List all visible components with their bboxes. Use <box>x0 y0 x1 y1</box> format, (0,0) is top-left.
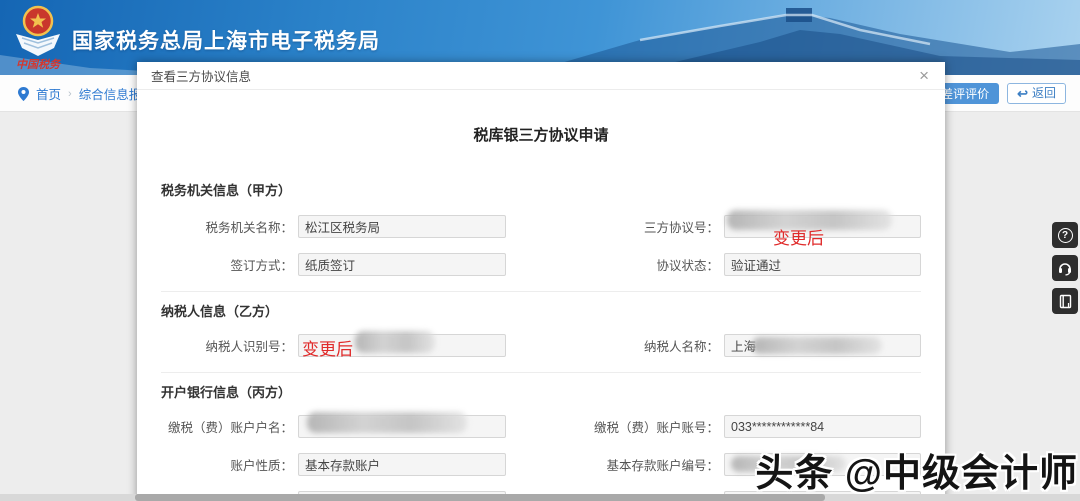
field-label: 缴税（费）账户账号： <box>593 421 719 435</box>
book-icon[interactable] <box>1052 288 1078 314</box>
tax-bureau-emblem: 中国税务 <box>16 5 62 71</box>
field-label: 纳税人识别号： <box>205 340 293 354</box>
account-holder-field[interactable] <box>298 412 506 438</box>
agreement-status-field[interactable]: 验证通过 <box>724 253 921 276</box>
field-value: 验证通过 <box>731 259 782 273</box>
site-title: 国家税务总局上海市电子税务局 <box>72 30 380 53</box>
breadcrumb: 首页 › 综合信息报告 <box>18 75 154 112</box>
field-label: 基本存款账户编号： <box>606 459 719 473</box>
floating-side-icons: ? <box>1052 222 1078 314</box>
annotation-after-change: 变更后 <box>302 340 353 359</box>
agreement-info-modal: 查看三方协议信息 × 税库银三方协议申请 税务机关信息（甲方） 税务机关名称： … <box>137 62 945 501</box>
logo-caption-text: 中国税务 <box>16 58 62 71</box>
annotation-after-change: 变更后 <box>773 229 824 248</box>
section-heading-party-c: 开户银行信息（丙方） <box>161 385 292 400</box>
account-number-field[interactable]: 033************84 <box>724 415 921 438</box>
field-label: 账户性质： <box>230 459 293 473</box>
question-mark-glyph: ? <box>1057 227 1073 243</box>
field-label: 协议状态： <box>656 259 719 273</box>
redacted-value <box>307 412 467 433</box>
field-label: 纳税人名称： <box>643 340 719 354</box>
redacted-value <box>752 337 882 354</box>
section-heading-party-a: 税务机关信息（甲方） <box>161 183 292 198</box>
field-label: 税务机关名称： <box>205 221 293 235</box>
taxpayer-name-field[interactable]: 上海 <box>724 334 921 357</box>
modal-title: 查看三方协议信息 <box>151 70 252 84</box>
watermark-text: 头条 @中级会计师 <box>755 453 1078 495</box>
location-pin-icon <box>18 86 29 101</box>
modal-header: 查看三方协议信息 × <box>137 62 945 90</box>
breadcrumb-separator: › <box>68 87 72 100</box>
form-row: 纳税人识别号： 变更后 纳税人名称： 上海 <box>161 331 921 359</box>
help-icon[interactable]: ? <box>1052 222 1078 248</box>
field-value: 纸质签订 <box>305 259 356 273</box>
redacted-value <box>727 210 892 230</box>
agreement-number-field[interactable]: 变更后 <box>724 210 921 248</box>
taxpayer-id-field[interactable]: 变更后 <box>298 331 506 359</box>
section-party-b: 纳税人信息（乙方） 纳税人识别号： 变更后 纳税人名称： 上海 <box>161 291 921 359</box>
sign-method-field[interactable]: 纸质签订 <box>298 253 506 276</box>
field-value: 基本存款账户 <box>305 459 381 473</box>
field-label: 签订方式： <box>230 259 293 273</box>
headset-icon[interactable] <box>1052 255 1078 281</box>
redacted-value <box>355 331 435 353</box>
form-row: 缴税（费）账户户名： 缴税（费）账户账号： 033************84 <box>161 412 921 438</box>
breadcrumb-home[interactable]: 首页 <box>36 84 61 103</box>
account-type-field[interactable]: 基本存款账户 <box>298 453 506 476</box>
back-button[interactable]: ↩ 返回 <box>1007 83 1066 104</box>
form-row: 签订方式： 纸质签订 协议状态： 验证通过 <box>161 253 921 276</box>
book-glyph <box>1059 294 1071 308</box>
form-row: 税务机关名称： 松江区税务局 三方协议号： 变更后 <box>161 210 921 248</box>
back-arrow-icon: ↩ <box>1017 86 1028 101</box>
page: 中国税务 国家税务总局上海市电子税务局 首页 › 综合信息报告 好差评评价 ↩ … <box>0 0 1080 501</box>
form-title: 税库银三方协议申请 <box>473 127 609 144</box>
field-label: 三方协议号： <box>643 221 719 235</box>
headset-glyph <box>1059 263 1071 276</box>
tax-authority-name-field[interactable]: 松江区税务局 <box>298 215 506 238</box>
field-value: 033************84 <box>731 419 825 434</box>
section-heading-party-b: 纳税人信息（乙方） <box>161 304 279 319</box>
field-value: 松江区税务局 <box>305 221 381 235</box>
field-value: 上海 <box>731 340 757 354</box>
field-label: 缴税（费）账户户名： <box>167 421 293 435</box>
close-icon[interactable]: × <box>917 67 931 84</box>
scrollbar-thumb[interactable] <box>135 494 825 501</box>
back-button-label: 返回 <box>1031 86 1056 100</box>
